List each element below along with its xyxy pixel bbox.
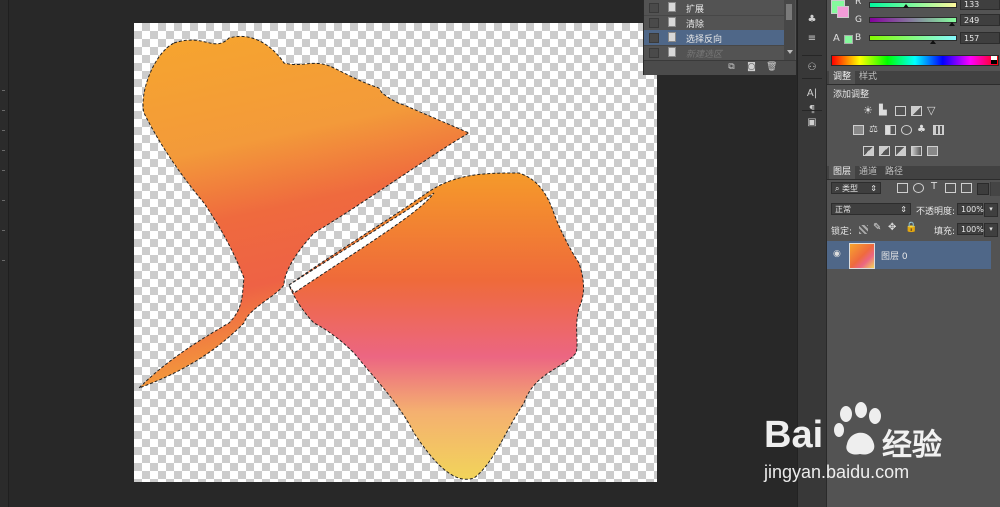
- blue-value-field[interactable]: 157: [960, 32, 1000, 44]
- levels-icon[interactable]: ▙: [879, 106, 890, 116]
- red-slider-knob[interactable]: [903, 4, 909, 8]
- history-scrollbar[interactable]: [784, 0, 795, 60]
- adjustments-tabbar: 调整 样式: [827, 71, 1000, 85]
- blend-mode-select[interactable]: 正常 ⇕: [831, 203, 911, 215]
- hue-saturation-icon[interactable]: [853, 125, 864, 135]
- tab-layers[interactable]: 图层: [829, 166, 856, 179]
- history-item[interactable]: 扩展: [644, 0, 784, 16]
- brightness-icon[interactable]: ☀: [863, 105, 874, 116]
- color-balance-icon[interactable]: ⚖: [869, 125, 880, 135]
- lock-transparent-icon[interactable]: [859, 225, 868, 234]
- filter-shape-icon[interactable]: [945, 183, 956, 193]
- search-icon: ⌕: [835, 184, 843, 193]
- filter-type-icon[interactable]: T: [931, 181, 937, 192]
- layers-scrollbar[interactable]: [990, 182, 1000, 196]
- black-chip[interactable]: [991, 60, 997, 64]
- brush-settings-icon[interactable]: ≡: [806, 33, 818, 45]
- ginkgo-leaf-image: [138, 36, 584, 480]
- lock-pixels-icon[interactable]: ✎: [873, 222, 881, 233]
- green-value-field[interactable]: 249: [960, 14, 1000, 26]
- history-item[interactable]: 清除: [644, 15, 784, 31]
- chevron-icon: ⇕: [900, 205, 907, 214]
- layer-thumbnail: [849, 243, 875, 269]
- green-slider[interactable]: [869, 17, 957, 23]
- delete-trash-icon[interactable]: 🗑: [766, 63, 777, 72]
- watermark-url: jingyan.baidu.com: [764, 462, 910, 482]
- layer-row[interactable]: ◉ 图层 0: [827, 241, 991, 269]
- blue-slider[interactable]: [869, 35, 957, 41]
- history-checkbox[interactable]: [649, 18, 659, 28]
- new-document-from-state-icon[interactable]: ⧉: [726, 63, 737, 72]
- brush-preset-icon[interactable]: ♣: [806, 14, 818, 26]
- black-white-icon[interactable]: [885, 125, 896, 135]
- eye-visibility-icon[interactable]: ◉: [833, 249, 841, 259]
- invert-icon[interactable]: [863, 146, 874, 156]
- history-item[interactable]: 新建选区: [644, 45, 784, 61]
- tools-panel-edge: [0, 0, 9, 507]
- lock-all-icon[interactable]: 🔒: [905, 222, 917, 233]
- selective-color-icon[interactable]: [927, 146, 938, 156]
- scroll-thumb[interactable]: [786, 4, 792, 20]
- history-panel: 扩展 清除 选择反向 新建选区 ⧉ ◙ 🗑: [643, 0, 797, 75]
- tab-paths[interactable]: 路径: [881, 166, 907, 179]
- green-slider-knob[interactable]: [949, 22, 955, 26]
- gamut-swatch[interactable]: [844, 35, 853, 44]
- vibrance-icon[interactable]: ▽: [927, 105, 938, 116]
- clone-source-icon[interactable]: ⚇: [806, 62, 818, 74]
- background-color-swatch[interactable]: [837, 6, 849, 18]
- photo-filter-icon[interactable]: [901, 125, 912, 135]
- filter-pixel-icon[interactable]: [897, 183, 908, 193]
- channel-mixer-icon[interactable]: ♣: [917, 125, 928, 135]
- tab-channels[interactable]: 通道: [855, 166, 881, 179]
- chevron-icon: ⇕: [870, 184, 877, 193]
- tab-styles[interactable]: 样式: [855, 71, 881, 84]
- fill-dropdown-icon[interactable]: ▾: [984, 223, 998, 237]
- curves-icon[interactable]: [895, 106, 906, 116]
- history-footer: ⧉ ◙ 🗑: [644, 60, 796, 75]
- character-icon[interactable]: A|: [806, 88, 818, 100]
- threshold-icon[interactable]: [895, 146, 906, 156]
- history-state-icon: [668, 32, 676, 42]
- baidu-jingyan-watermark: Bai 经验 jingyan.baidu.com: [762, 400, 1000, 496]
- snapshot-camera-icon[interactable]: ◙: [746, 63, 757, 72]
- gradient-map-icon[interactable]: [911, 146, 922, 156]
- color-spectrum-bar[interactable]: [831, 55, 999, 66]
- history-state-icon: [668, 47, 676, 57]
- blue-slider-knob[interactable]: [930, 40, 936, 44]
- opacity-dropdown-icon[interactable]: ▾: [984, 203, 998, 217]
- gamut-warning-icon[interactable]: A: [833, 33, 840, 44]
- tab-adjustments[interactable]: 调整: [829, 71, 856, 84]
- filter-adjustment-icon[interactable]: [913, 183, 924, 193]
- fill-field[interactable]: 100%: [957, 223, 984, 235]
- layer-name[interactable]: 图层 0: [881, 249, 908, 262]
- watermark-suffix: 经验: [882, 428, 942, 463]
- scroll-down-icon[interactable]: [787, 50, 793, 54]
- history-state-icon: [668, 17, 676, 27]
- exposure-icon[interactable]: [911, 106, 922, 116]
- adjustments-title: 添加调整: [833, 90, 870, 100]
- document-canvas[interactable]: [134, 23, 657, 482]
- filter-toggle[interactable]: [977, 183, 989, 195]
- color-lookup-icon[interactable]: [933, 125, 944, 135]
- layers-tabbar: 图层 通道 路径: [827, 166, 1000, 180]
- red-value-field[interactable]: 133: [960, 0, 1000, 10]
- lock-position-icon[interactable]: ✥: [888, 222, 896, 233]
- history-checkbox[interactable]: [649, 48, 659, 58]
- 3d-icon[interactable]: ▣: [806, 117, 818, 129]
- history-checkbox[interactable]: [649, 3, 659, 13]
- history-state-icon: [668, 2, 676, 12]
- history-item-selected[interactable]: 选择反向: [644, 30, 784, 46]
- posterize-icon[interactable]: [879, 146, 890, 156]
- filter-smartobject-icon[interactable]: [961, 183, 972, 193]
- history-checkbox[interactable]: [649, 33, 659, 43]
- watermark-brand: Bai: [764, 414, 824, 456]
- opacity-field[interactable]: 100%: [957, 203, 984, 215]
- layer-filter-select[interactable]: ⌕ 类型 ⇕: [831, 182, 881, 194]
- red-slider[interactable]: [869, 2, 957, 8]
